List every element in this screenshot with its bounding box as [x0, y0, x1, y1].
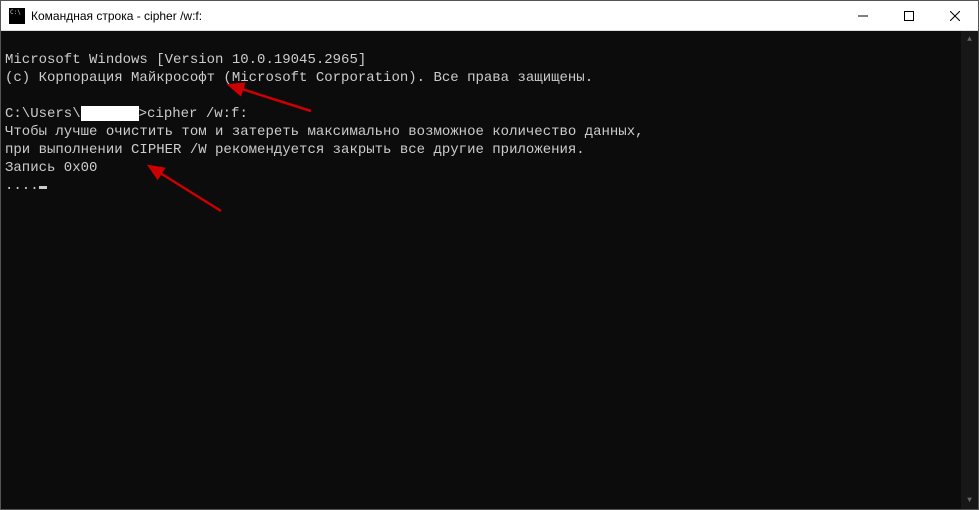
output-line: (c) Корпорация Майкрософт (Microsoft Cor… — [5, 70, 593, 86]
terminal-content: Microsoft Windows [Version 10.0.19045.29… — [5, 33, 974, 195]
titlebar[interactable]: Командная строка - cipher /w:f: — [1, 1, 978, 31]
close-button[interactable] — [932, 1, 978, 30]
maximize-button[interactable] — [886, 1, 932, 30]
output-line: Чтобы лучше очистить том и затереть макс… — [5, 124, 644, 140]
cursor-icon — [39, 186, 47, 189]
terminal-area[interactable]: Microsoft Windows [Version 10.0.19045.29… — [1, 31, 978, 509]
cmd-icon — [9, 8, 25, 24]
output-line: Microsoft Windows [Version 10.0.19045.29… — [5, 52, 366, 68]
output-line: Запись 0x00 — [5, 160, 97, 176]
prompt-prefix: C:\Users\ — [5, 106, 81, 122]
minimize-button[interactable] — [840, 1, 886, 30]
command-prompt-window: Командная строка - cipher /w:f: Microsof… — [0, 0, 979, 510]
output-line: при выполнении CIPHER /W рекомендуется з… — [5, 142, 585, 158]
window-controls — [840, 1, 978, 30]
redacted-username — [81, 106, 139, 121]
vertical-scrollbar[interactable]: ▲ ▼ — [961, 31, 978, 509]
scroll-down-icon[interactable]: ▼ — [961, 492, 978, 509]
output-dots: .... — [5, 178, 39, 194]
scroll-up-icon[interactable]: ▲ — [961, 31, 978, 48]
prompt-command: >cipher /w:f: — [139, 106, 248, 122]
window-title: Командная строка - cipher /w:f: — [31, 9, 840, 23]
